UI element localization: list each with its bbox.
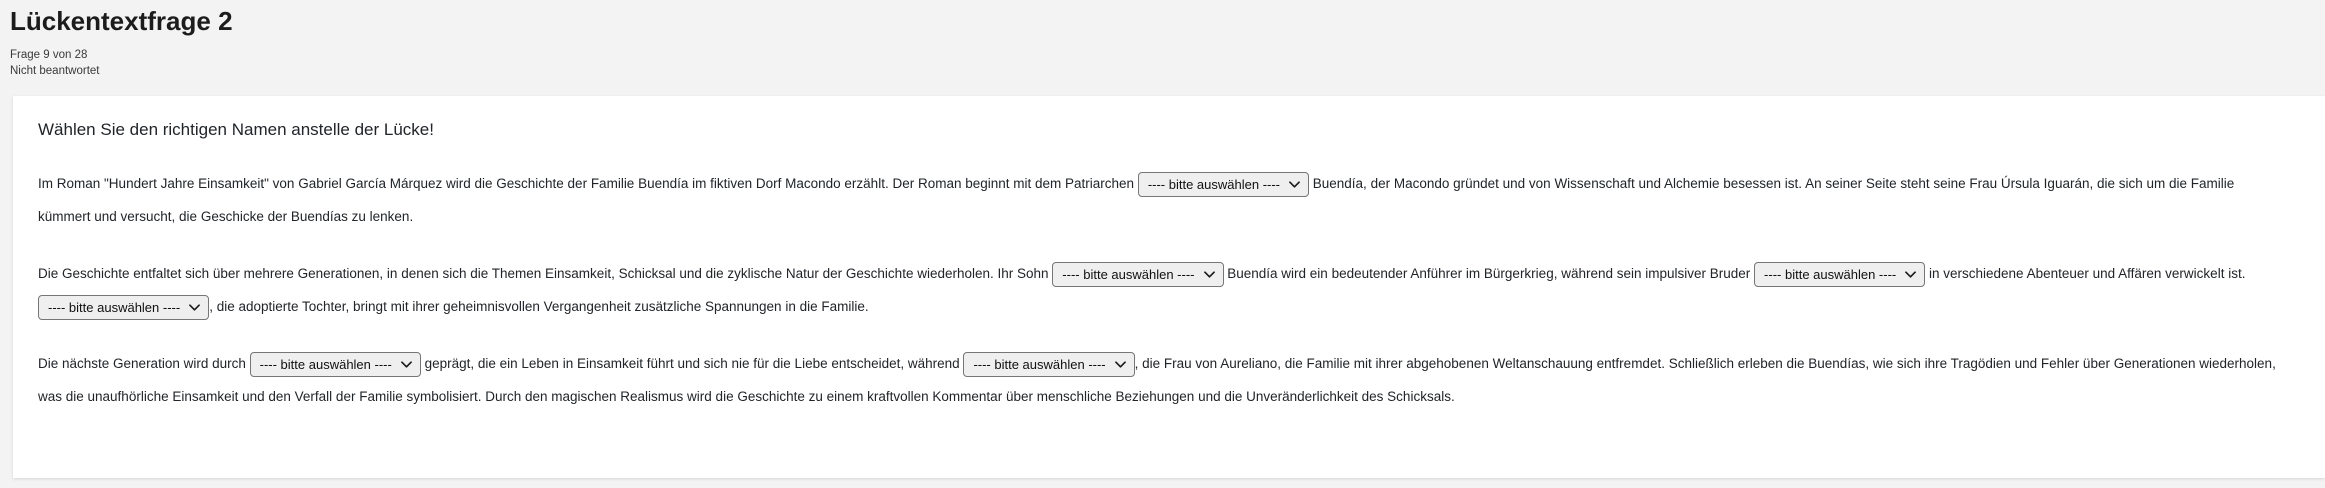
gap-select-5[interactable]: ---- bitte auswählen ---- bbox=[250, 352, 421, 377]
text-segment: Die Geschichte entfaltet sich über mehre… bbox=[38, 266, 1052, 281]
gap-select-4[interactable]: ---- bitte auswählen ---- bbox=[38, 295, 209, 320]
question-meta: Frage 9 von 28 Nicht beantwortet bbox=[10, 48, 2325, 79]
gap-select-label: ---- bitte auswählen ---- bbox=[1062, 258, 1194, 291]
text-segment: Die nächste Generation wird durch bbox=[38, 356, 250, 371]
gap-select-3[interactable]: ---- bitte auswählen ---- bbox=[1754, 262, 1925, 287]
text-segment: , die adoptierte Tochter, bringt mit ihr… bbox=[209, 299, 868, 314]
gap-select-6[interactable]: ---- bitte auswählen ---- bbox=[963, 352, 1134, 377]
text-segment: Im Roman "Hundert Jahre Einsamkeit" von … bbox=[38, 176, 1138, 191]
text-segment: Buendía wird ein bedeutender Anführer im… bbox=[1224, 266, 1755, 281]
chevron-down-icon bbox=[1289, 181, 1300, 188]
gap-select-label: ---- bitte auswählen ---- bbox=[1764, 258, 1896, 291]
gap-select-label: ---- bitte auswählen ---- bbox=[1148, 168, 1280, 201]
question-paragraph-2: Die Geschichte entfaltet sich über mehre… bbox=[38, 257, 2290, 323]
question-header: Lückentextfrage 2 Frage 9 von 28 Nicht b… bbox=[0, 0, 2325, 79]
page-title: Lückentextfrage 2 bbox=[10, 6, 2325, 37]
gap-select-label: ---- bitte auswählen ---- bbox=[973, 348, 1105, 381]
gap-select-1[interactable]: ---- bitte auswählen ---- bbox=[1138, 172, 1309, 197]
chevron-down-icon bbox=[189, 304, 200, 311]
chevron-down-icon bbox=[1905, 271, 1916, 278]
gap-select-2[interactable]: ---- bitte auswählen ---- bbox=[1052, 262, 1223, 287]
text-segment: in verschiedene Abenteuer und Affären ve… bbox=[1925, 266, 2245, 281]
question-progress: Frage 9 von 28 bbox=[10, 48, 2325, 64]
gap-select-label: ---- bitte auswählen ---- bbox=[48, 291, 180, 324]
text-segment: geprägt, die ein Leben in Einsamkeit füh… bbox=[421, 356, 964, 371]
chevron-down-icon bbox=[1115, 361, 1126, 368]
question-card: Wählen Sie den richtigen Namen anstelle … bbox=[13, 96, 2325, 478]
question-status: Nicht beantwortet bbox=[10, 64, 2325, 80]
question-prompt: Wählen Sie den richtigen Namen anstelle … bbox=[38, 120, 2290, 140]
gap-select-label: ---- bitte auswählen ---- bbox=[260, 348, 392, 381]
chevron-down-icon bbox=[401, 361, 412, 368]
chevron-down-icon bbox=[1204, 271, 1215, 278]
question-paragraph-3: Die nächste Generation wird durch ---- b… bbox=[38, 347, 2290, 413]
question-paragraph-1: Im Roman "Hundert Jahre Einsamkeit" von … bbox=[38, 167, 2290, 233]
